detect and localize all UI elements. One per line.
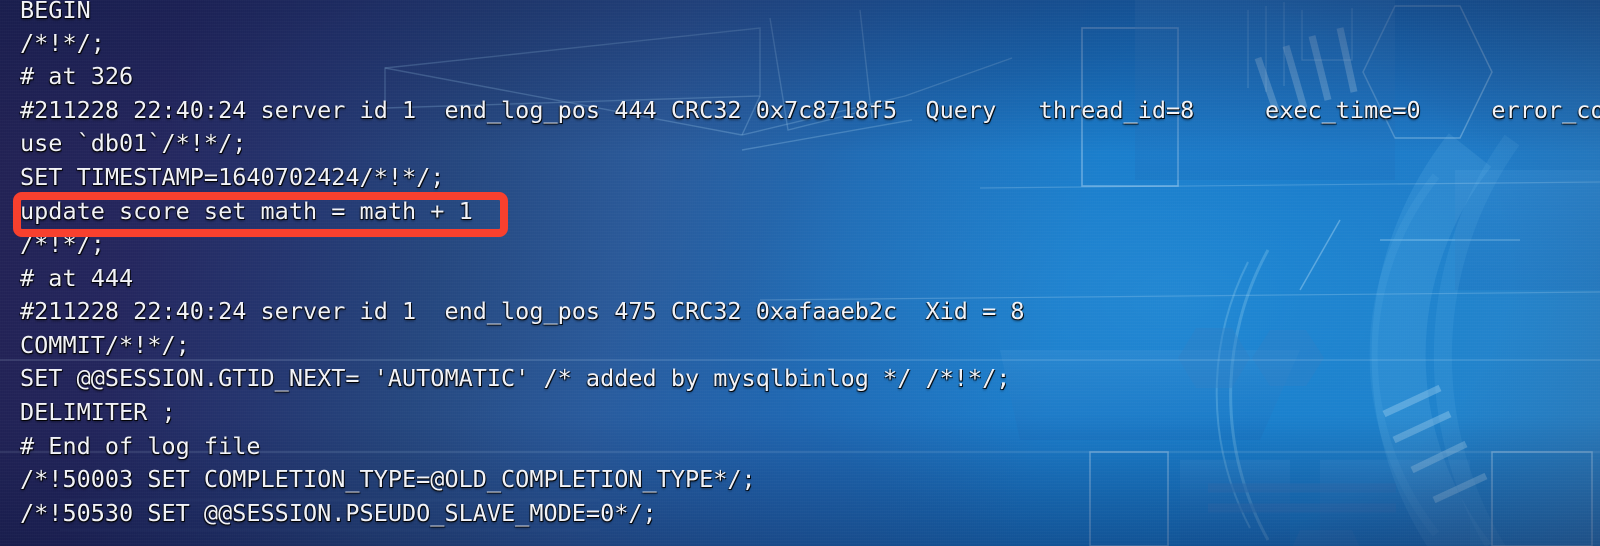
- code-line: /*!*/;: [20, 29, 105, 57]
- binlog-output-text: BEGIN /*!*/; # at 326 #211228 22:40:24 s…: [0, 0, 1600, 546]
- code-line: COMMIT/*!*/;: [20, 331, 190, 359]
- code-line: SET TIMESTAMP=1640702424/*!*/;: [20, 163, 445, 191]
- code-line: # End of log file: [20, 432, 261, 460]
- code-line: BEGIN: [20, 0, 91, 24]
- code-line: use `db01`/*!*/;: [20, 129, 247, 157]
- code-line: #211228 22:40:24 server id 1 end_log_pos…: [20, 96, 1600, 124]
- code-line: SET @@SESSION.GTID_NEXT= 'AUTOMATIC' /* …: [20, 364, 1011, 392]
- terminal-screenshot: BEGIN /*!*/; # at 326 #211228 22:40:24 s…: [0, 0, 1600, 546]
- code-line: /*!50530 SET @@SESSION.PSEUDO_SLAVE_MODE…: [20, 499, 657, 527]
- code-line: # at 326: [20, 62, 134, 90]
- code-line: # at 444: [20, 264, 134, 292]
- code-line: /*!50003 SET COMPLETION_TYPE=@OLD_COMPLE…: [20, 465, 756, 493]
- red-highlight-rectangle: [13, 192, 508, 237]
- code-line: #211228 22:40:24 server id 1 end_log_pos…: [20, 297, 1025, 325]
- code-line: DELIMITER ;: [20, 398, 176, 426]
